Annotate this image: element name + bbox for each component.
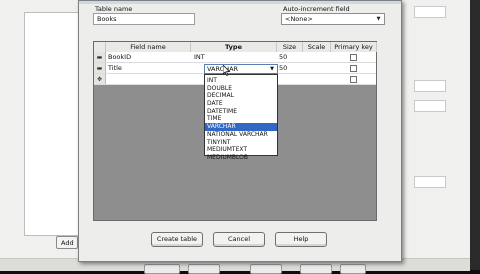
background-button[interactable]: [340, 264, 366, 274]
field-name-cell[interactable]: BookID: [108, 52, 131, 63]
chevron-down-icon[interactable]: ▼: [268, 66, 276, 72]
add-button[interactable]: Add: [56, 236, 78, 249]
background-button[interactable]: [144, 264, 180, 274]
table-name-input[interactable]: Books: [93, 13, 195, 25]
add-button-label: Add: [61, 239, 74, 247]
auto-increment-select[interactable]: <None> ▼: [281, 13, 385, 25]
primary-key-checkbox[interactable]: [350, 65, 357, 72]
size-cell[interactable]: 50: [279, 52, 287, 63]
size-cell[interactable]: 50: [279, 63, 287, 74]
background-list-panel[interactable]: [24, 12, 80, 236]
type-option-national-varchar[interactable]: NATIONAL VARCHAR: [205, 131, 277, 139]
new-row-icon[interactable]: ✥: [94, 74, 106, 84]
auto-increment-label: Auto-increment field: [283, 5, 350, 13]
background-button[interactable]: [250, 264, 282, 274]
background-field[interactable]: [414, 6, 446, 18]
primary-key-checkbox[interactable]: [350, 54, 357, 61]
drag-handle-icon[interactable]: ▬: [94, 52, 106, 62]
create-table-button[interactable]: Create table: [151, 232, 203, 247]
type-cell[interactable]: INT: [194, 52, 205, 63]
chevron-down-icon: ▼: [376, 16, 381, 22]
table-name-label: Table name: [95, 5, 133, 13]
background-field[interactable]: [414, 80, 446, 92]
type-option-varchar[interactable]: VARCHAR: [205, 123, 277, 131]
type-option-date[interactable]: DATE: [205, 100, 277, 108]
cancel-button[interactable]: Cancel: [213, 232, 265, 247]
auto-increment-value: <None>: [285, 15, 313, 23]
header-scale[interactable]: Scale: [303, 42, 331, 52]
create-table-dialog: Table name Books Auto-increment field <N…: [78, 0, 402, 262]
background-button[interactable]: [188, 264, 220, 274]
type-option-datetime[interactable]: DATETIME: [205, 108, 277, 116]
mouse-cursor-icon: [223, 65, 231, 76]
background-button[interactable]: [300, 264, 332, 274]
type-option-int[interactable]: INT: [205, 77, 277, 85]
background-field[interactable]: [414, 176, 446, 188]
header-type[interactable]: Type: [191, 42, 277, 52]
desktop-edge: [470, 0, 480, 270]
type-option-mediumtext[interactable]: MEDIUMTEXT: [205, 146, 277, 154]
header-size[interactable]: Size: [277, 42, 303, 52]
type-option-decimal[interactable]: DECIMAL: [205, 92, 277, 100]
dialog-title-bar[interactable]: [79, 1, 401, 4]
fields-grid[interactable]: Field name Type Size Scale Primary key ▬…: [93, 41, 377, 221]
table-row[interactable]: ▬ BookID INT 50: [94, 52, 376, 63]
header-row-selector: [94, 42, 106, 52]
header-field-name[interactable]: Field name: [106, 42, 191, 52]
type-dropdown-list[interactable]: INT DOUBLE DECIMAL DATE DATETIME TIME VA…: [204, 74, 278, 161]
type-select[interactable]: VARCHAR ▼: [204, 64, 278, 74]
primary-key-checkbox[interactable]: [350, 76, 357, 83]
type-option-tinyint[interactable]: TINYINT: [205, 139, 277, 147]
type-option-mediumblob[interactable]: MEDIUMBLOB: [205, 154, 277, 162]
help-button[interactable]: Help: [275, 232, 327, 247]
header-primary-key[interactable]: Primary key: [331, 42, 377, 52]
background-field[interactable]: [414, 100, 446, 112]
drag-handle-icon[interactable]: ▬: [94, 63, 106, 73]
type-option-time[interactable]: TIME: [205, 115, 277, 123]
type-option-double[interactable]: DOUBLE: [205, 85, 277, 93]
field-name-cell[interactable]: Title: [108, 63, 122, 74]
